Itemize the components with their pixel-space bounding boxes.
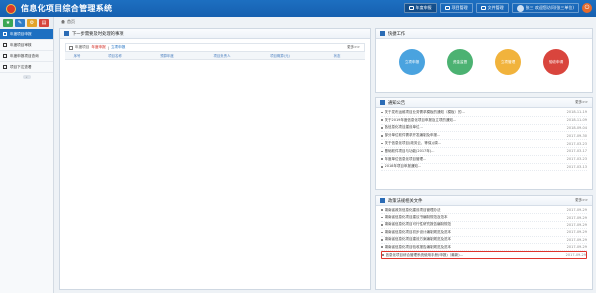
list-item[interactable]: 湖南省政务信息化建设项目管理办法 2017-09-29 [381,207,587,215]
document-icon [3,32,7,36]
list-item[interactable]: 各信息化项目建设单位... 2018-09-04 [381,125,587,133]
document-icon [3,54,7,58]
list-item[interactable]: 关于信息化项目(政务云、等保)(调... 2017-03-23 [381,140,587,148]
user-name: 张三 欢迎您访问(张三单位) [525,5,574,10]
pending-tasks-panel: 下一步需要及时处理的事项 年度项目 年度申报 | 立项申报 更多>> 序号 项目… [59,28,371,290]
nav-label: 项目管理 [451,5,468,10]
panel-title: 政策法规相关文件 [388,198,423,204]
user-menu[interactable]: 张三 欢迎您访问(张三单位) [511,3,579,13]
lightning-icon [380,31,385,36]
col-estimate: 项目概算(元) [270,54,290,58]
notice-list: 关于发布运维项目业务需求模板的通知（模板）的... 2018-11-19 关于20… [376,108,592,172]
nav-file-manage[interactable]: 文件管理 [475,3,509,13]
power-icon[interactable]: ⏻ [582,3,592,13]
task-tabs: 年度项目 年度申报 | 立项申报 更多>> [65,43,365,52]
sidebar-item-label: 年度项目申报 [10,31,32,36]
list-item[interactable]: 湖南省信息化项目初步设计编制规范及范本 2017-09-29 [381,229,587,237]
quick-establish-button[interactable]: 立项申报 [399,49,425,75]
nav-label: 年度申报 [415,5,432,10]
col-budget-year: 预算年度 [160,54,174,58]
document-icon [3,43,7,47]
list-item-highlighted[interactable]: 信息化项目综合管理系统使用手册(申报)（最新)... 2017-09-29 [381,251,587,259]
sidebar-item-label: 年度项目审核 [10,42,32,47]
nav-project-manage[interactable]: 项目管理 [439,3,473,13]
col-index: 序号 [73,54,81,58]
gear-icon[interactable]: ⚙ [27,19,37,27]
sidebar-item-annual-review[interactable]: 年度项目审核 [0,40,53,51]
quick-fund-button[interactable]: 资金监督 [447,49,473,75]
monitor-icon [408,6,414,10]
list-item[interactable]: 年度单位信息化项目管理... 2017-03-23 [381,156,587,164]
collapse-handle[interactable]: « [22,75,31,79]
more-link[interactable]: 更多>> [575,100,588,105]
nav-label: 文件管理 [487,5,504,10]
col-status: 状态 [333,54,341,58]
more-link[interactable]: 更多>> [347,45,360,50]
book-icon [380,198,385,203]
panel-header: 通知公告 更多>> [376,98,592,108]
table-header: 序号 项目名称 预算年度 项目负责人 项目概算(元) 状态 [65,52,365,60]
panel-header: 快捷工作 [376,29,592,39]
more-link[interactable]: 更多>> [575,198,588,203]
star-icon[interactable]: ★ [3,19,13,27]
list-icon[interactable]: ▤ [39,19,49,27]
nav-annual-declare[interactable]: 年度申报 [403,3,437,13]
folder-icon [480,6,486,10]
col-project-name: 项目名称 [108,54,122,58]
sidebar-item-label: 项目下达查看 [10,64,32,69]
quick-acceptance-button[interactable]: 验收申请 [543,49,569,75]
sidebar-item-declare-query[interactable]: 年度申报项目查询 [0,51,53,62]
list-item[interactable]: 2018年项目申报通知... 2017-03-13 [381,164,587,172]
tab-establish-declare[interactable]: 立项申报 [111,45,125,50]
app-title: 信息化项目综合管理系统 [21,4,113,13]
list-item[interactable]: 湖南省信息化项目建设方案编制规范及范本 2017-09-29 [381,237,587,244]
emblem-logo [6,3,16,14]
list-item[interactable]: 关于2019年度信息化项目申报及立项的通知... 2018-11-09 [381,117,587,125]
bar-chart-icon [380,100,385,105]
top-header: 信息化项目综合管理系统 年度申报 项目管理 文件管理 张三 欢迎您访问(张三单位… [0,0,596,17]
sidebar-item-annual-declare[interactable]: 年度项目申报 [0,29,53,40]
tab-annual-project: 年度项目 [75,45,90,49]
list-item[interactable]: 关于发布运维项目业务需求模板的通知（模板）的... 2018-11-19 [381,109,587,117]
user-avatar-icon [516,4,524,12]
policy-files-panel: 政策法规相关文件 更多>> 湖南省政务信息化建设项目管理办法 2017-09-29… [375,195,593,290]
monitor-icon [444,6,450,10]
breadcrumb: 首页 [56,17,596,26]
list-item[interactable]: 湖南省信息化项目可行性研究报告编制规范 2017-09-29 [381,222,587,230]
document-icon [3,65,7,69]
quick-buttons: 立项申报 资金监督 立项管理 验收申请 [376,39,592,75]
sidebar-toolbar: ★ ✎ ⚙ ▤ [0,17,53,29]
tab-annual-declare[interactable]: 年度申报 [91,45,105,50]
policy-list: 湖南省政务信息化建设项目管理办法 2017-09-29 湖南省信息化项目建议书编制… [376,206,592,260]
panel-header: 下一步需要及时处理的事项 [60,29,370,39]
list-icon [64,31,69,36]
pencil-icon[interactable]: ✎ [15,19,25,27]
quick-manage-button[interactable]: 立项管理 [495,49,521,75]
document-icon [69,45,73,50]
panel-title: 下一步需要及时处理的事项 [72,31,124,37]
home-icon [61,19,65,24]
list-item[interactable]: 湖南省信息化项目建议书编制规范及范本 2017-09-29 [381,214,587,222]
panel-title: 通知公告 [388,100,406,106]
col-owner: 项目负责人 [213,54,231,58]
sidebar: ★ ✎ ⚙ ▤ 年度项目申报 年度项目审核 年度申报项目查询 项目下达查看 « [0,17,54,293]
list-item[interactable]: 部分单位软件需求开发编制及申报... 2017-09-30 [381,132,587,141]
breadcrumb-home[interactable]: 首页 [67,19,75,25]
sidebar-item-label: 年度申报项目查询 [10,53,39,58]
panel-title: 快捷工作 [388,31,406,37]
list-item[interactable]: 基础软件项目与功能(2017年)... 2017-03-17 [381,148,587,156]
top-nav: 年度申报 项目管理 文件管理 张三 欢迎您访问(张三单位) ⏻ [403,3,592,13]
quick-work-panel: 快捷工作 立项申报 资金监督 立项管理 验收申请 [375,28,593,93]
notice-panel: 通知公告 更多>> 关于发布运维项目业务需求模板的通知（模板）的... 2018-… [375,97,593,190]
sidebar-item-project-issue[interactable]: 项目下达查看 [0,62,53,73]
panel-header: 政策法规相关文件 更多>> [376,196,592,206]
list-item[interactable]: 湖南省信息化项目验收报告编制规范及范本 2017-09-29 [381,244,587,252]
